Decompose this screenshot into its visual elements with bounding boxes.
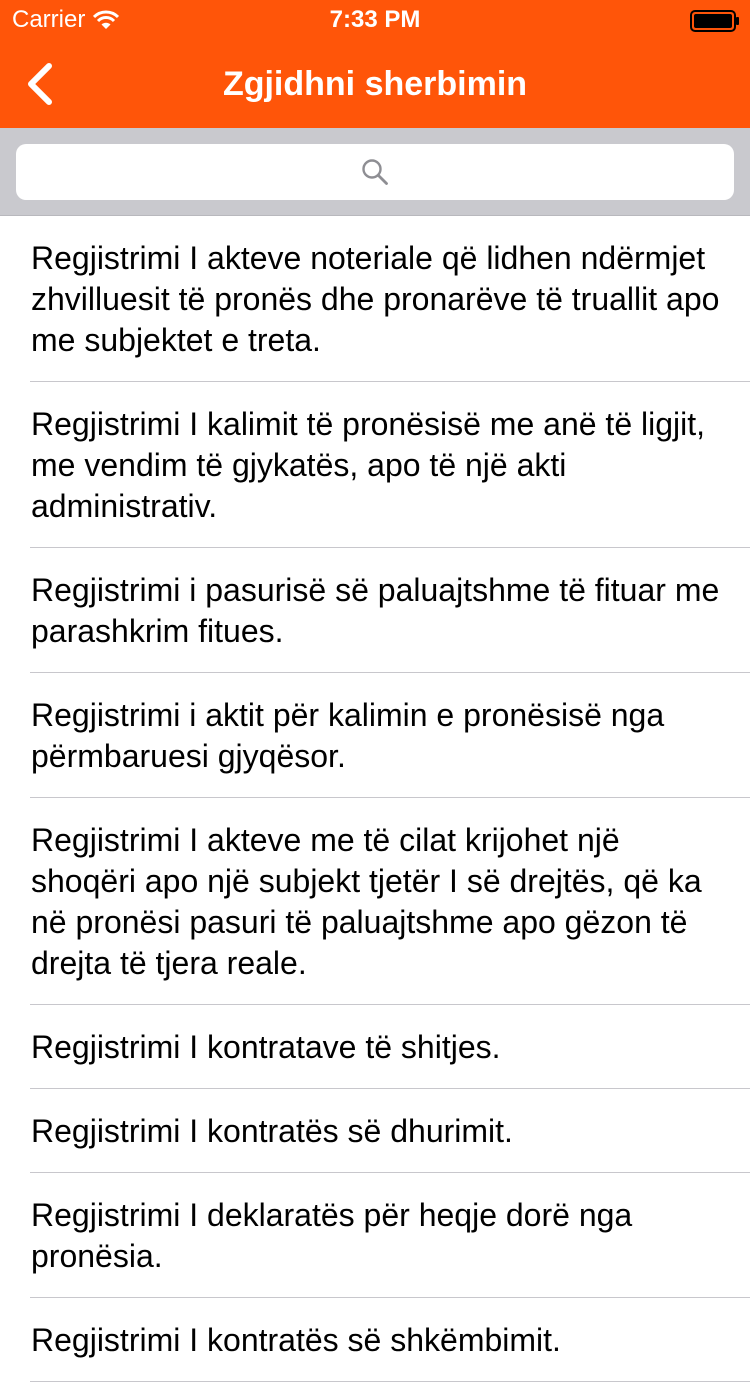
list-item-label: Regjistrimi I kontratës së shkëmbimit. [31, 1322, 561, 1358]
list-item-label: Regjistrimi I akteve noteriale që lidhen… [31, 240, 720, 358]
list-item[interactable]: Regjistrimi I kontratës së dhurimit. [0, 1089, 750, 1173]
list-item-label: Regjistrimi i pasurisë së paluajtshme të… [31, 572, 720, 649]
list-item-label: Regjistrimi I deklaratës për heqje dorë … [31, 1197, 633, 1274]
list-item-label: Regjistrimi I kontratave të shitjes. [31, 1029, 501, 1065]
list-item[interactable]: Regjistrimi I akteve me të cilat krijohe… [0, 798, 750, 1005]
app-header: Carrier 7:33 PM Zgjidhni sherbimin [0, 0, 750, 128]
status-bar: Carrier 7:33 PM [0, 0, 750, 40]
page-title: Zgjidhni sherbimin [222, 65, 528, 103]
search-icon [362, 159, 388, 185]
search-bar [0, 128, 750, 216]
list-item[interactable]: Regjistrimi i aktit për kalimin e pronës… [0, 673, 750, 798]
list-item-label: Regjistrimi I kontratës së dhurimit. [31, 1113, 513, 1149]
list-item[interactable]: Regjistrimi I deklaratës për heqje dorë … [0, 1173, 750, 1298]
list-item-label: Regjistrimi I kalimit të pronësisë me an… [31, 406, 706, 524]
list-item[interactable]: Regjistrimi I kontratave të shitjes. [0, 1005, 750, 1089]
search-input[interactable] [16, 144, 734, 200]
list-item[interactable]: Regjistrimi i pasurisë së paluajtshme të… [0, 548, 750, 673]
navigation-bar: Zgjidhni sherbimin [0, 40, 750, 128]
list-item-label: Regjistrimi i aktit për kalimin e pronës… [31, 697, 665, 774]
battery-icon [690, 10, 739, 32]
back-button[interactable] [0, 40, 80, 128]
list-item[interactable]: Regjistrimi I kontratës së shkëmbimit. [0, 1298, 750, 1382]
services-list: Regjistrimi I akteve noteriale që lidhen… [0, 216, 750, 1382]
list-item-label: Regjistrimi I akteve me të cilat krijohe… [31, 822, 702, 981]
list-item[interactable]: Regjistrimi I kalimit të pronësisë me an… [0, 382, 750, 548]
status-time: 7:33 PM [329, 6, 421, 33]
list-item[interactable]: Regjistrimi I akteve noteriale që lidhen… [0, 216, 750, 382]
chevron-left-icon [28, 63, 52, 105]
